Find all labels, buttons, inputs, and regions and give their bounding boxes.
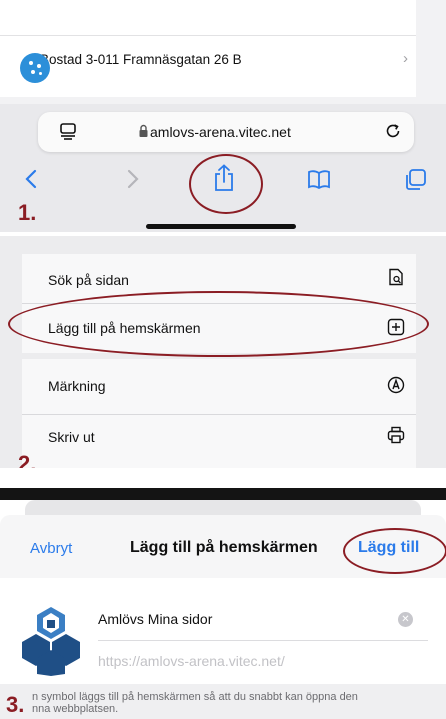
- dimmed-background: [0, 488, 446, 500]
- chevron-right-icon: ›: [403, 50, 408, 67]
- amlovs-logo-icon: [22, 607, 80, 676]
- divider: [0, 468, 446, 480]
- menu-item-print[interactable]: Skriv ut: [48, 429, 95, 445]
- reload-icon[interactable]: [384, 122, 402, 140]
- step-label: 3.: [6, 692, 25, 717]
- menu-item-find-on-page[interactable]: Sök på sidan: [48, 272, 129, 288]
- step-label: 1.: [18, 200, 37, 225]
- find-on-page-icon: [389, 268, 403, 286]
- address-bar-url[interactable]: amlovs-arena.vitec.net: [150, 124, 291, 140]
- back-icon[interactable]: [22, 168, 42, 190]
- app-name-field[interactable]: Amlövs Mina sidor: [98, 611, 212, 627]
- tabs-icon[interactable]: [403, 168, 427, 192]
- cookie-icon[interactable]: [20, 53, 50, 83]
- hint-text: n symbol läggs till på hemskärmen så att…: [32, 691, 432, 715]
- cancel-button[interactable]: Avbryt: [30, 540, 72, 557]
- dialog-title: Lägg till på hemskärmen: [130, 539, 318, 556]
- menu-group: [22, 359, 416, 471]
- clear-text-icon[interactable]: ✕: [398, 612, 413, 627]
- divider: [98, 640, 428, 641]
- add-to-home-highlight-annotation: [8, 291, 429, 357]
- app-url: https://amlovs-arena.vitec.net/: [98, 653, 285, 669]
- page-content-card: [0, 0, 416, 97]
- home-indicator: [146, 224, 296, 229]
- hint-line: n symbol läggs till på hemskärmen så att…: [32, 691, 358, 703]
- markup-icon: [387, 376, 405, 394]
- bookmarks-icon[interactable]: [307, 168, 331, 190]
- lock-icon: [139, 124, 148, 137]
- page-menu-icon[interactable]: [59, 122, 77, 140]
- menu-item-markup[interactable]: Märkning: [48, 378, 106, 394]
- forward-icon: [127, 169, 139, 189]
- divider: [22, 414, 416, 415]
- add-button-highlight-annotation: [343, 528, 446, 574]
- print-icon: [387, 426, 405, 444]
- property-row-label[interactable]: Bostad 3-011 Framnäsgatan 26 B: [40, 52, 242, 67]
- hint-line: nna webbplatsen.: [32, 703, 119, 715]
- divider: [0, 35, 416, 36]
- share-highlight-annotation: [189, 154, 263, 214]
